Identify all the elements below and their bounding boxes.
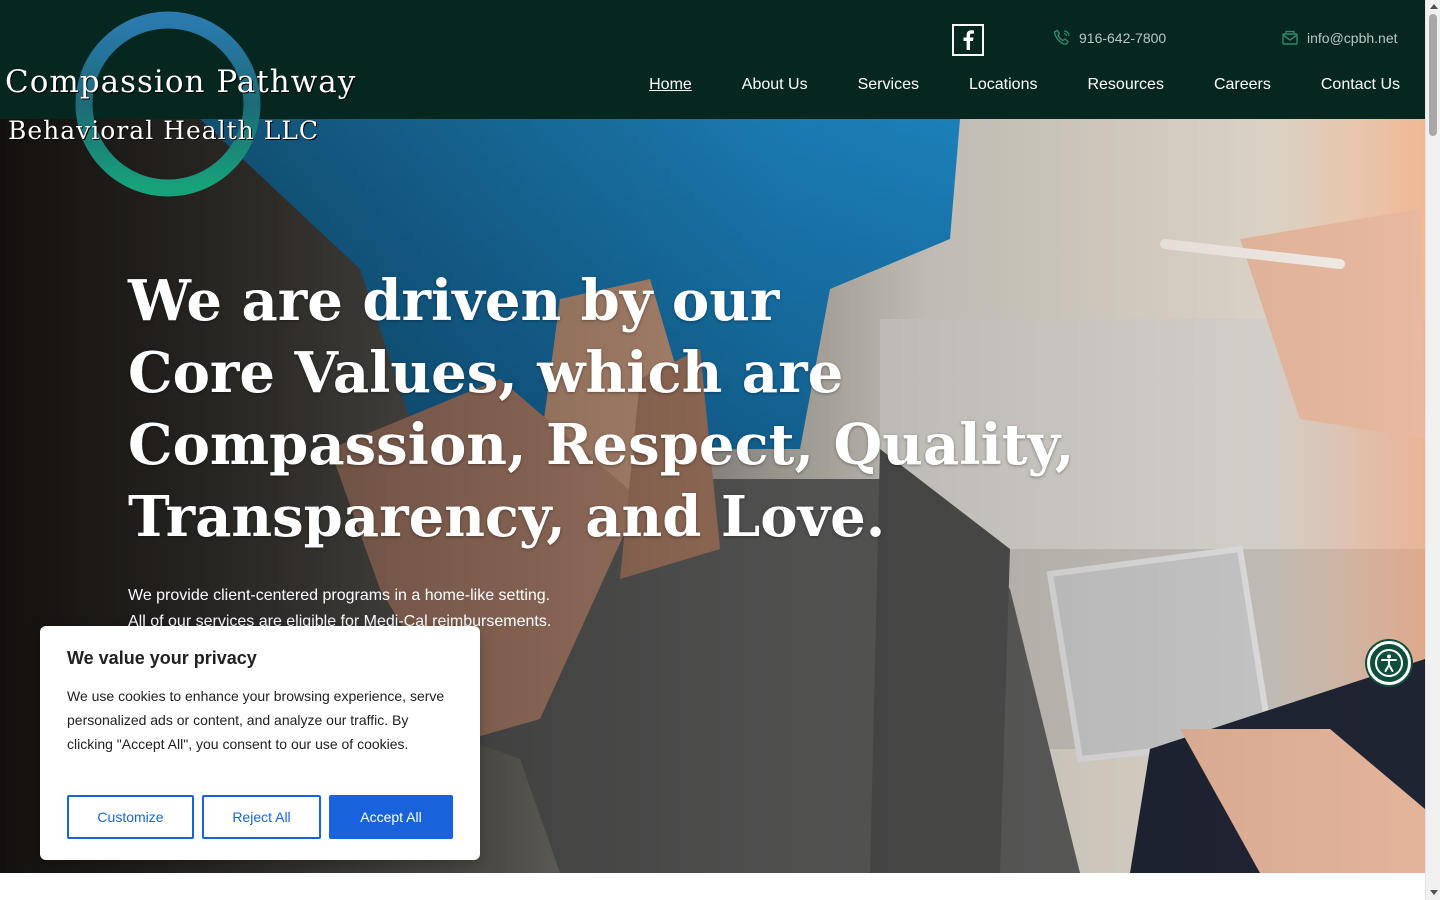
main-nav: Home About Us Services Locations Resourc… — [599, 76, 1400, 94]
phone-icon — [1053, 29, 1070, 45]
nav-item-services[interactable]: Services — [858, 76, 919, 94]
hero-title-line: We are driven by our — [128, 268, 780, 334]
hero-subtitle-line: We provide client-centered programs in a… — [128, 587, 551, 604]
facebook-icon — [963, 30, 974, 50]
cookie-banner-title: We value your privacy — [67, 648, 257, 668]
hero-title: We are driven by our Core Values, which … — [128, 265, 1075, 553]
reject-all-button[interactable]: Reject All — [202, 795, 321, 839]
header-email-link[interactable]: info@cpbh.net — [1281, 29, 1398, 47]
cookie-banner-actions: Customize Reject All Accept All — [67, 795, 453, 839]
logo-text-line2: Behavioral Health LLC — [8, 116, 320, 145]
nav-item-about-us[interactable]: About Us — [742, 76, 808, 94]
customize-button[interactable]: Customize — [67, 795, 194, 839]
scroll-up-arrow-icon[interactable] — [1430, 4, 1438, 9]
header-phone-link[interactable]: 916-642-7800 — [1053, 29, 1166, 47]
logo-ring-icon — [75, 11, 261, 197]
nav-item-contact-us[interactable]: Contact Us — [1321, 76, 1400, 94]
hero-title-line: Transparency, and Love. — [128, 484, 886, 550]
header-email-text: info@cpbh.net — [1307, 30, 1398, 46]
envelope-icon — [1282, 30, 1298, 45]
nav-item-careers[interactable]: Careers — [1214, 76, 1271, 94]
hero-title-line: Compassion, Respect, Quality, — [128, 412, 1075, 478]
accessibility-button[interactable] — [1367, 641, 1411, 685]
accept-all-button[interactable]: Accept All — [329, 795, 453, 839]
nav-item-locations[interactable]: Locations — [969, 76, 1038, 94]
cookie-banner-text: We use cookies to enhance your browsing … — [67, 688, 445, 752]
accessibility-icon — [1375, 649, 1403, 677]
logo-text-line1: Compassion Pathway — [5, 64, 357, 100]
page-scrollbar[interactable] — [1425, 0, 1440, 900]
nav-item-resources[interactable]: Resources — [1087, 76, 1163, 94]
nav-item-home[interactable]: Home — [649, 76, 692, 94]
facebook-link[interactable] — [952, 24, 984, 56]
hero-title-line: Core Values, which are — [128, 340, 844, 406]
cookie-consent-banner: We value your privacy We use cookies to … — [40, 626, 480, 860]
scroll-down-arrow-icon[interactable] — [1430, 890, 1438, 895]
site-logo[interactable]: Compassion Pathway Behavioral Health LLC — [0, 0, 355, 210]
header-phone-text: 916-642-7800 — [1079, 30, 1167, 46]
scrollbar-thumb[interactable] — [1429, 14, 1437, 136]
